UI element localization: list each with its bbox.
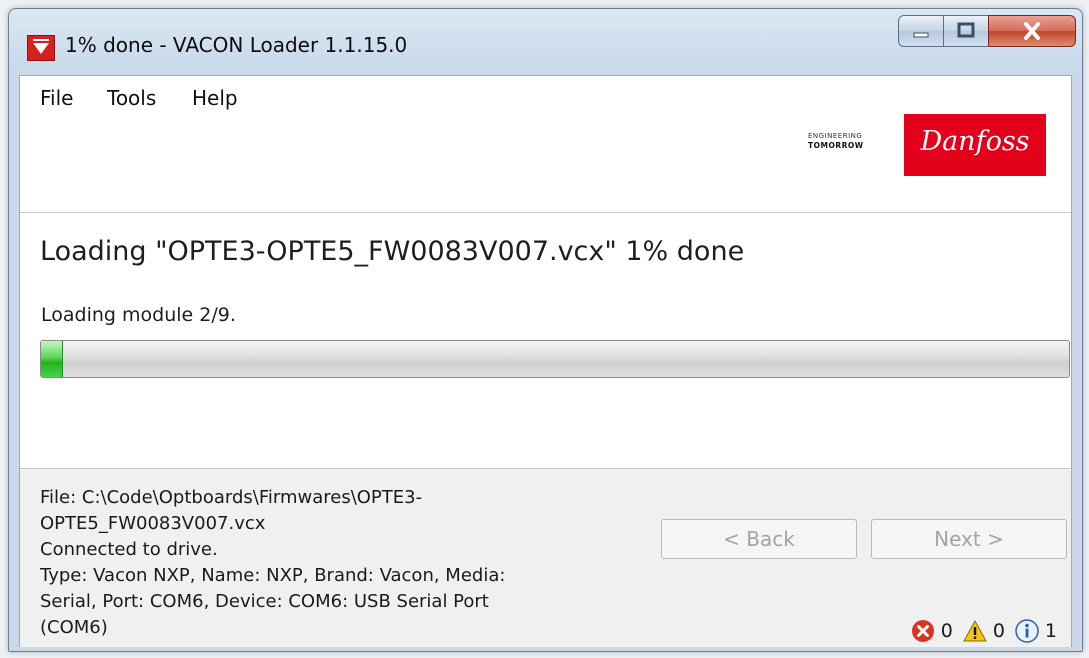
minimize-icon (913, 32, 929, 38)
menu-tools[interactable]: Tools (107, 86, 156, 110)
menu-file[interactable]: File (40, 86, 73, 110)
next-button[interactable]: Next > (871, 519, 1067, 559)
info-line: Serial, Port: COM6, Device: COM6: USB Se… (40, 591, 489, 612)
loading-heading: Loading "OPTE3-OPTE5_FW0083V007.vcx" 1% … (40, 236, 745, 267)
minimize-button[interactable] (898, 15, 944, 47)
menu-bar: File Tools Help (20, 76, 1071, 116)
info-line: Type: Vacon NXP, Name: NXP, Brand: Vacon… (40, 565, 506, 586)
vacon-app-icon[interactable] (27, 35, 55, 61)
app-window: 1% done - VACON Loader 1.1.15.0 File Too… (8, 8, 1083, 652)
info-count: 1 (1044, 620, 1057, 642)
title-bar[interactable]: 1% done - VACON Loader 1.1.15.0 (9, 9, 1082, 75)
tagline-line2: TOMORROW (808, 141, 864, 150)
warning-icon[interactable] (962, 619, 987, 643)
message-counters: 0 0 1 (901, 617, 1057, 645)
close-icon (1024, 22, 1040, 40)
back-button[interactable]: < Back (661, 519, 857, 559)
client-area: File Tools Help ENGINEERING TOMORROW Dan… (19, 75, 1072, 647)
error-count: 0 (940, 620, 953, 642)
warning-count: 0 (992, 620, 1005, 642)
connection-info: File: C:\Code\Optboards\Firmwares\OPTE3-… (40, 485, 600, 641)
loading-status: Loading module 2/9. (41, 304, 236, 326)
maximize-button[interactable] (943, 15, 989, 47)
menu-help[interactable]: Help (192, 86, 238, 110)
progress-bar (40, 340, 1070, 378)
close-button[interactable] (988, 15, 1076, 47)
info-line: Connected to drive. (40, 539, 218, 560)
maximize-icon (957, 22, 975, 38)
info-line: OPTE5_FW0083V007.vcx (40, 513, 266, 534)
progress-bar-fill (41, 341, 63, 377)
tagline-line1: ENGINEERING (808, 132, 863, 140)
danfoss-wordmark: Danfoss (904, 114, 1046, 176)
window-controls (898, 15, 1076, 47)
header-divider (20, 212, 1071, 213)
info-line: File: C:\Code\Optboards\Firmwares\OPTE3- (40, 487, 423, 508)
footer-panel: File: C:\Code\Optboards\Firmwares\OPTE3-… (20, 468, 1071, 647)
danfoss-logo-text: Danfoss (920, 126, 1030, 157)
info-line: (COM6) (40, 617, 108, 638)
window-title: 1% done - VACON Loader 1.1.15.0 (65, 33, 408, 57)
brand-tagline: ENGINEERING TOMORROW (808, 132, 888, 150)
info-icon[interactable] (1015, 619, 1039, 643)
danfoss-logo: ENGINEERING TOMORROW Danfoss (808, 114, 1048, 178)
error-icon[interactable] (911, 619, 935, 643)
